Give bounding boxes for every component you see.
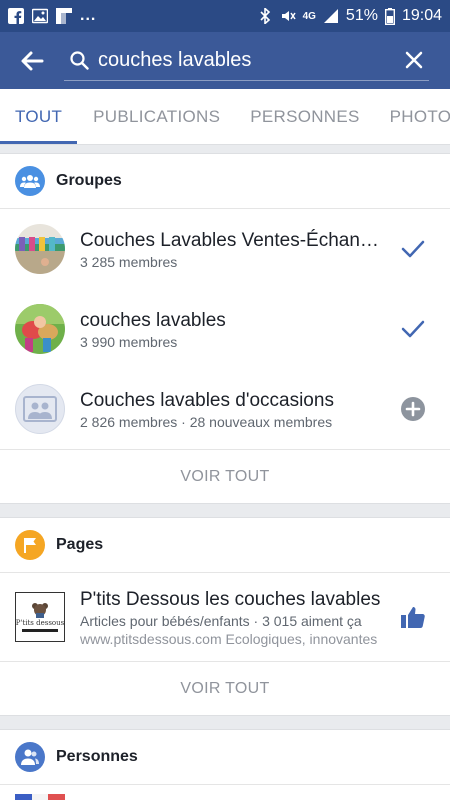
signal-icon bbox=[323, 9, 338, 23]
join-group-button[interactable] bbox=[398, 394, 428, 424]
teddy-bear-logo bbox=[32, 603, 48, 618]
groups-icon bbox=[15, 166, 45, 196]
group-avatar-placeholder bbox=[15, 384, 65, 434]
search-input[interactable] bbox=[94, 40, 399, 80]
network-type-label: 4G bbox=[302, 10, 316, 22]
gallery-notification-icon bbox=[32, 8, 48, 24]
flag-icon bbox=[15, 530, 45, 560]
tab-people[interactable]: PERSONNES bbox=[235, 89, 374, 144]
facebook-notification-icon bbox=[8, 8, 24, 24]
back-arrow-icon bbox=[21, 51, 44, 70]
battery-percentage: 51% bbox=[345, 7, 378, 24]
group-name: Couches Lavables Ventes-Échanges bbox=[80, 229, 388, 251]
mute-icon bbox=[281, 11, 296, 21]
page-result-row[interactable]: P'tits dessous P'tits Dessous les couche… bbox=[0, 573, 450, 661]
back-button[interactable] bbox=[0, 32, 64, 89]
group-result-row[interactable]: Couches Lavables Ventes-Échanges 3 285 m… bbox=[0, 209, 450, 289]
joined-indicator[interactable] bbox=[398, 234, 428, 264]
joined-indicator[interactable] bbox=[398, 314, 428, 344]
like-page-button[interactable] bbox=[398, 602, 428, 632]
section-title: Personnes bbox=[56, 748, 138, 765]
group-result-row[interactable]: couches lavables 3 990 membres bbox=[0, 289, 450, 369]
search-icon-wrap bbox=[64, 50, 94, 70]
close-icon bbox=[405, 51, 423, 69]
group-avatar bbox=[15, 224, 65, 274]
see-all-pages-button[interactable]: VOIR TOUT bbox=[0, 661, 450, 715]
group-member-count: 3 285 membres bbox=[80, 253, 178, 270]
tab-posts[interactable]: PUBLICATIONS bbox=[77, 89, 235, 144]
people-section: Personnes bbox=[0, 729, 450, 800]
search-filter-tabs: TOUT PUBLICATIONS PERSONNES PHOTOS bbox=[0, 89, 450, 145]
person-icon bbox=[15, 742, 45, 772]
group-result-row[interactable]: Couches lavables d'occasions 2 826 membr… bbox=[0, 369, 450, 449]
page-thumbnail: P'tits dessous bbox=[15, 592, 65, 642]
pages-section-header: Pages bbox=[0, 518, 450, 573]
page-thumbnail-bar bbox=[22, 629, 58, 632]
battery-icon bbox=[384, 7, 395, 25]
flipboard-notification-icon bbox=[56, 8, 72, 24]
tab-photos[interactable]: PHOTOS bbox=[375, 89, 450, 144]
person-avatar-partial bbox=[15, 794, 65, 800]
section-title: Groupes bbox=[56, 172, 122, 189]
people-section-header: Personnes bbox=[0, 730, 450, 785]
bluetooth-icon bbox=[260, 8, 270, 24]
joined-check-icon bbox=[401, 320, 425, 338]
groups-section-header: Groupes bbox=[0, 154, 450, 209]
group-member-count: 3 990 membres bbox=[80, 333, 178, 350]
tab-all[interactable]: TOUT bbox=[0, 89, 78, 144]
joined-check-icon bbox=[401, 240, 425, 258]
see-all-groups-button[interactable]: VOIR TOUT bbox=[0, 449, 450, 503]
like-thumb-icon bbox=[401, 607, 425, 628]
group-name: couches lavables bbox=[80, 309, 226, 331]
clear-search-button[interactable] bbox=[399, 40, 429, 80]
join-plus-icon bbox=[401, 397, 425, 421]
pages-section: Pages P'tits dessous P'tits Dessous les … bbox=[0, 517, 450, 716]
page-thumbnail-text: P'tits dessous bbox=[15, 619, 65, 627]
section-title: Pages bbox=[56, 536, 104, 553]
more-notifications-indicator: ... bbox=[80, 7, 97, 24]
group-name: Couches lavables d'occasions bbox=[80, 389, 334, 411]
search-icon bbox=[69, 50, 89, 70]
group-avatar bbox=[15, 304, 65, 354]
search-box bbox=[64, 40, 429, 81]
page-category-likes: Articles pour bébés/enfants · 3 015 aime… bbox=[80, 612, 362, 629]
page-name: P'tits Dessous les couches lavables bbox=[80, 588, 381, 610]
group-member-count: 2 826 membres · 28 nouveaux membres bbox=[80, 413, 333, 430]
groups-section: Groupes Couches Lavables Ventes-Échanges… bbox=[0, 153, 450, 504]
search-header bbox=[0, 32, 450, 89]
clock: 19:04 bbox=[401, 7, 442, 24]
page-description: www.ptitsdessous.com Ecologiques, innova… bbox=[80, 630, 378, 647]
status-bar: ... 4G 51% 19:04 bbox=[0, 0, 450, 32]
group-placeholder-icon bbox=[23, 396, 57, 422]
